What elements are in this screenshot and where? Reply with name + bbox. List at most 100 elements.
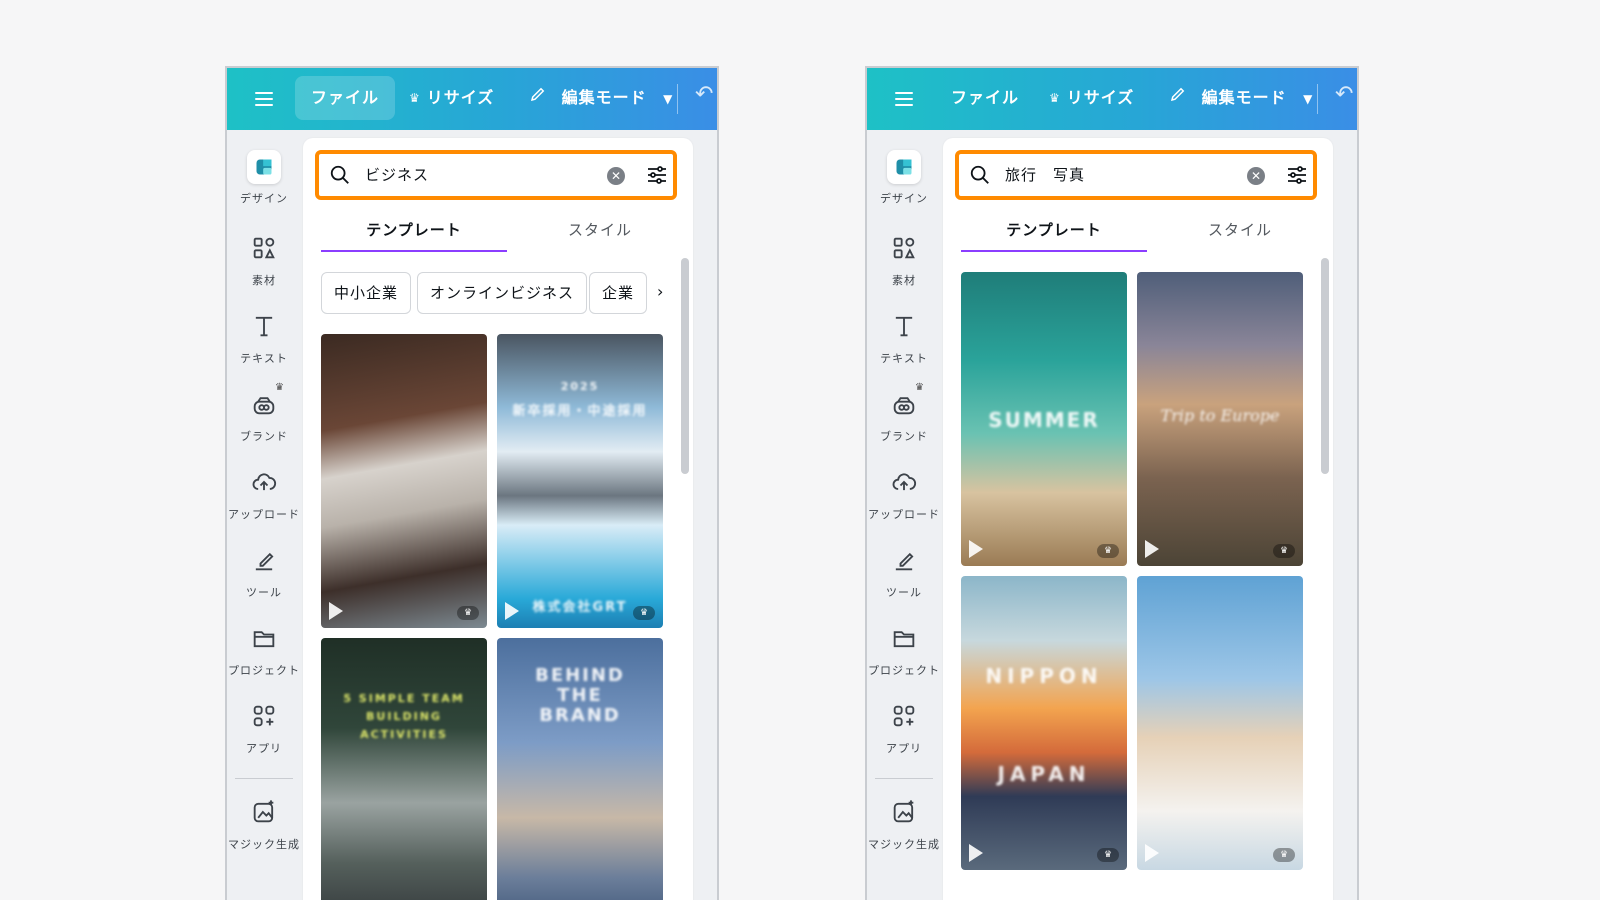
sidebar-item-text[interactable]: テキスト bbox=[867, 308, 941, 366]
filter-icon[interactable] bbox=[1285, 163, 1309, 187]
thumb-text: 2025 bbox=[560, 380, 600, 393]
chevron-down-icon: ▼ bbox=[1303, 92, 1314, 106]
clear-search-icon[interactable]: ✕ bbox=[607, 167, 625, 185]
search-query: ビジネス bbox=[365, 166, 430, 184]
sidebar-item-brand[interactable]: ♛ ブランド bbox=[867, 382, 941, 444]
thumb-text: JAPAN bbox=[997, 762, 1091, 786]
sidebar-item-design[interactable]: デザイン bbox=[867, 150, 941, 206]
sidebar-item-brand[interactable]: ♛ ブランド bbox=[227, 382, 301, 444]
results-tabs: テンプレート スタイル bbox=[961, 214, 1333, 254]
edit-mode-label: 編集モード bbox=[561, 88, 647, 107]
thumb-text: NIPPON bbox=[985, 664, 1103, 688]
upload-icon bbox=[886, 464, 922, 500]
edit-mode-button[interactable]: 編集モード ▼ bbox=[513, 76, 689, 120]
sidebar-item-label: アップロード bbox=[228, 508, 300, 521]
undo-icon[interactable]: ↶ bbox=[1335, 82, 1353, 107]
menu-icon[interactable] bbox=[889, 88, 919, 110]
crown-icon: ♛ bbox=[1273, 544, 1295, 558]
sidebar-item-label: デザイン bbox=[880, 192, 928, 205]
text-icon bbox=[246, 308, 282, 344]
crown-icon: ♛ bbox=[1049, 91, 1061, 105]
editor-panel-travel: ファイル ♛ リサイズ 編集モード ▼ ↶ デザイン 素材 テキスト ♛ ブランド bbox=[865, 66, 1359, 900]
sidebar-item-projects[interactable]: プロジェクト bbox=[227, 620, 301, 678]
template-thumbnail[interactable]: SUMMER ♛ bbox=[961, 272, 1127, 566]
sidebar-item-elements[interactable]: 素材 bbox=[867, 230, 941, 288]
sidebar-item-text[interactable]: テキスト bbox=[227, 308, 301, 366]
chevron-right-icon[interactable]: › bbox=[657, 282, 663, 301]
sidebar-item-label: アプリ bbox=[886, 742, 922, 755]
resize-button[interactable]: ♛ リサイズ bbox=[1033, 76, 1150, 120]
folder-icon bbox=[246, 620, 282, 656]
crown-icon: ♛ bbox=[275, 382, 284, 393]
sidebar-item-magic-generate[interactable]: マジック生成 bbox=[227, 794, 301, 852]
search-input[interactable]: 旅行 写真 ✕ bbox=[955, 150, 1317, 200]
scrollbar[interactable] bbox=[681, 258, 689, 474]
thumb-text: 5 SIMPLE TEAM BUILDING ACTIVITIES bbox=[343, 692, 465, 741]
template-thumbnail[interactable]: NIPPON JAPAN ♛ bbox=[961, 576, 1127, 870]
elements-icon bbox=[246, 230, 282, 266]
undo-icon[interactable]: ↶ bbox=[695, 82, 713, 107]
sidebar-item-apps[interactable]: アプリ bbox=[227, 698, 301, 756]
sidebar-item-upload[interactable]: アップロード bbox=[867, 464, 941, 522]
scrollbar[interactable] bbox=[1321, 258, 1329, 474]
template-thumbnail[interactable]: 5 SIMPLE TEAM BUILDING ACTIVITIES bbox=[321, 638, 487, 900]
sidebar-item-label: テキスト bbox=[880, 352, 928, 365]
chip-small-business[interactable]: 中小企業 bbox=[321, 272, 412, 314]
play-icon bbox=[969, 844, 983, 862]
template-thumbnail[interactable]: BEHIND THE BRAND bbox=[497, 638, 663, 900]
sidebar-divider bbox=[875, 778, 933, 779]
sidebar-item-label: ツール bbox=[886, 586, 922, 599]
crown-icon: ♛ bbox=[409, 91, 421, 105]
template-thumbnail[interactable]: 2025 新卒採用・中途採用 株式会社GRT ♛ bbox=[497, 334, 663, 628]
sidebar-item-tools[interactable]: ツール bbox=[227, 542, 301, 600]
filter-icon[interactable] bbox=[645, 163, 669, 187]
tab-templates[interactable]: テンプレート bbox=[961, 214, 1147, 252]
sidebar-item-label: ツール bbox=[246, 586, 282, 599]
template-thumbnail[interactable]: Trip to Europe ♛ bbox=[1137, 272, 1303, 566]
template-thumbnail[interactable]: ♛ bbox=[321, 334, 487, 628]
tab-templates[interactable]: テンプレート bbox=[321, 214, 507, 252]
sidebar-item-label: アプリ bbox=[246, 742, 282, 755]
search-icon bbox=[969, 164, 991, 186]
search-results-panel: ビジネス ✕ テンプレート スタイル 中小企業 オンラインビジネス 企業 › ♛… bbox=[303, 138, 693, 900]
crown-icon: ♛ bbox=[457, 606, 479, 620]
resize-button[interactable]: ♛ リサイズ bbox=[393, 76, 510, 120]
file-menu-button[interactable]: ファイル bbox=[935, 76, 1035, 120]
sidebar-item-upload[interactable]: アップロード bbox=[227, 464, 301, 522]
brand-icon: ♛ bbox=[246, 382, 284, 422]
tools-icon bbox=[886, 542, 922, 578]
sidebar-item-label: マジック生成 bbox=[868, 838, 940, 851]
sidebar-item-label: ブランド bbox=[240, 430, 288, 443]
play-icon bbox=[329, 602, 343, 620]
tab-styles[interactable]: スタイル bbox=[507, 214, 693, 252]
sidebar-item-tools[interactable]: ツール bbox=[867, 542, 941, 600]
crown-icon: ♛ bbox=[1273, 848, 1295, 862]
chip-online-business[interactable]: オンラインビジネス bbox=[417, 272, 588, 314]
tab-styles[interactable]: スタイル bbox=[1147, 214, 1333, 252]
toolbar-divider bbox=[1317, 84, 1318, 114]
sidebar-item-label: プロジェクト bbox=[868, 664, 940, 677]
sidebar-item-label: 素材 bbox=[252, 274, 276, 287]
template-thumbnail[interactable]: ♛ bbox=[1137, 576, 1303, 870]
edit-mode-button[interactable]: 編集モード ▼ bbox=[1153, 76, 1329, 120]
play-icon bbox=[1145, 844, 1159, 862]
thumb-text: Trip to Europe bbox=[1160, 406, 1280, 425]
edit-mode-label: 編集モード bbox=[1201, 88, 1287, 107]
sidebar-item-projects[interactable]: プロジェクト bbox=[867, 620, 941, 678]
sidebar-item-magic-generate[interactable]: マジック生成 bbox=[867, 794, 941, 852]
file-menu-button[interactable]: ファイル bbox=[295, 76, 396, 120]
top-toolbar: ファイル ♛ リサイズ 編集モード ▼ ↶ bbox=[227, 68, 717, 130]
sidebar-item-label: ブランド bbox=[880, 430, 928, 443]
top-toolbar: ファイル ♛ リサイズ 編集モード ▼ ↶ bbox=[867, 68, 1357, 130]
sidebar-item-elements[interactable]: 素材 bbox=[227, 230, 301, 288]
sidebar-item-design[interactable]: デザイン bbox=[227, 150, 301, 206]
sidebar-divider bbox=[235, 778, 293, 779]
clear-search-icon[interactable]: ✕ bbox=[1247, 167, 1265, 185]
menu-icon[interactable] bbox=[249, 88, 279, 110]
crown-icon: ♛ bbox=[1097, 848, 1119, 862]
chip-enterprise[interactable]: 企業 bbox=[589, 272, 648, 314]
thumb-text: BEHIND THE BRAND bbox=[535, 665, 625, 726]
toolbar-divider bbox=[677, 84, 678, 114]
sidebar-item-apps[interactable]: アプリ bbox=[867, 698, 941, 756]
search-input[interactable]: ビジネス ✕ bbox=[315, 150, 677, 200]
